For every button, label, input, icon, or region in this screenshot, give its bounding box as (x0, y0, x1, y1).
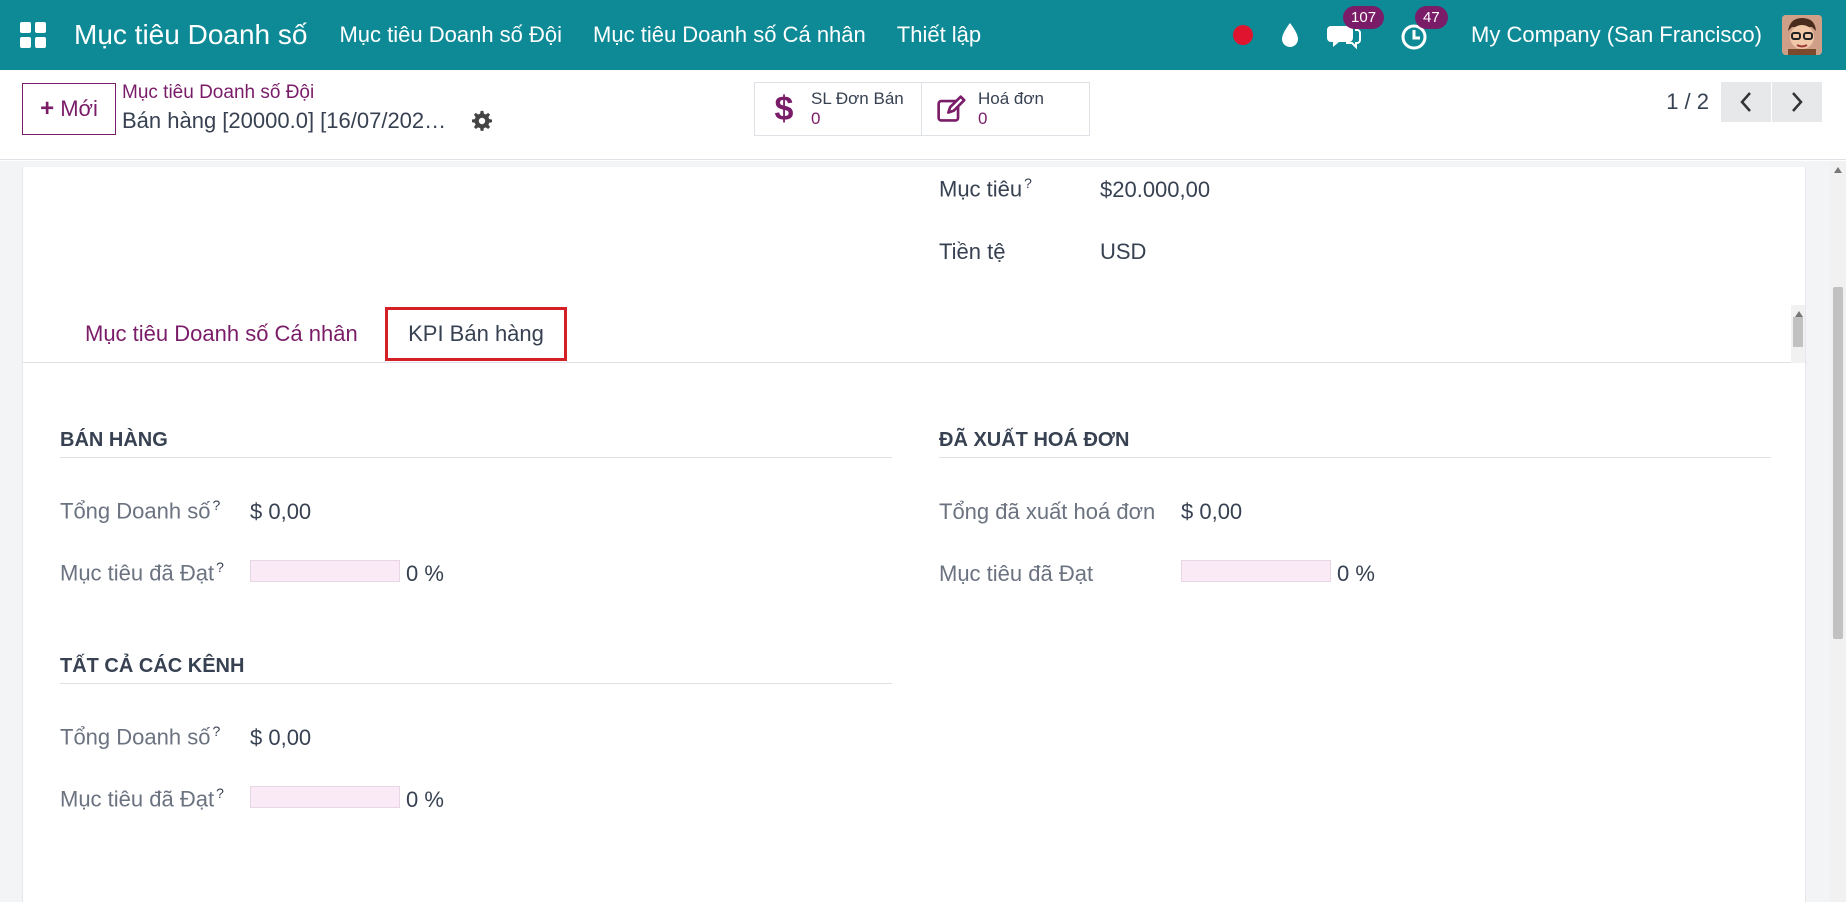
all-channels-total-label: Tổng Doanh số? (60, 723, 221, 750)
form-content: Mục tiêu? $20.000,00 Tiền tệ USD Mục tiê… (0, 161, 1846, 902)
target-label: Mục tiêu? (939, 175, 1032, 202)
pager-previous-button[interactable] (1721, 82, 1771, 122)
pager: 1 / 2 (1666, 82, 1846, 122)
plus-icon: + (40, 95, 55, 122)
help-tooltip-icon[interactable]: ? (212, 723, 220, 739)
breadcrumb-link[interactable]: Mục tiêu Doanh số Đội (122, 82, 314, 104)
smart-button-label: SL Đơn Bán (811, 89, 904, 108)
invoiced-progress-value: 0 % (1337, 561, 1375, 586)
invoiced-achieved-label: Mục tiêu đã Đạt (939, 561, 1094, 586)
tab-sales-kpi[interactable]: KPI Bán hàng (385, 307, 567, 361)
sales-total-value: $ 0,00 (250, 499, 312, 524)
currency-value[interactable]: USD (1100, 239, 1146, 265)
section-sales-title: BÁN HÀNG (60, 429, 168, 451)
activities-count-badge: 47 (1415, 6, 1448, 29)
tab-personal-targets[interactable]: Mục tiêu Doanh số Cá nhân (85, 305, 358, 363)
messages-count-badge: 107 (1343, 6, 1385, 29)
water-drop-icon[interactable] (1279, 21, 1301, 49)
notebook-tabs: Mục tiêu Doanh số Cá nhân KPI Bán hàng (23, 305, 1807, 363)
new-button[interactable]: + Mới (22, 83, 116, 135)
form-sheet: Mục tiêu? $20.000,00 Tiền tệ USD Mục tiê… (22, 167, 1807, 902)
company-switcher[interactable]: My Company (San Francisco) (1471, 22, 1762, 48)
smart-button-label: Hoá đơn (978, 89, 1044, 108)
invoices-smart-button[interactable]: Hoá đơn 0 (922, 82, 1090, 136)
page-scrollbar[interactable] (1830, 161, 1846, 902)
pager-next-button[interactable] (1772, 82, 1822, 122)
messages-button[interactable]: 107 (1327, 6, 1385, 52)
sales-orders-smart-button[interactable]: $ SL Đơn Bán 0 (754, 82, 922, 136)
section-all-channels-title: TẤT CẢ CÁC KÊNH (60, 655, 245, 677)
help-tooltip-icon[interactable]: ? (216, 559, 224, 575)
all-channels-progress-value: 0 % (406, 787, 444, 812)
pager-value[interactable]: 1 / 2 (1666, 89, 1709, 115)
invoiced-total-value: $ 0,00 (1181, 499, 1243, 524)
edit-icon (937, 95, 966, 122)
sales-progress-bar (250, 560, 400, 582)
help-tooltip-icon[interactable]: ? (1024, 175, 1032, 191)
sales-progress-value: 0 % (406, 561, 444, 586)
section-divider (60, 683, 892, 684)
help-tooltip-icon[interactable]: ? (212, 497, 220, 513)
chevron-right-icon (1792, 92, 1803, 112)
smart-buttons: $ SL Đơn Bán 0 Hoá đơn 0 (754, 82, 1090, 136)
top-navbar: Mục tiêu Doanh số Mục tiêu Doanh số Đội … (0, 0, 1846, 70)
section-invoiced-title: ĐÃ XUẤT HOÁ ĐƠN (939, 429, 1130, 451)
menu-configuration[interactable]: Thiết lập (897, 22, 981, 48)
new-button-label: Mới (60, 96, 98, 121)
apps-grid-icon[interactable] (20, 22, 46, 48)
user-avatar[interactable] (1782, 15, 1822, 55)
chevron-left-icon (1740, 92, 1751, 112)
main-menu: Mục tiêu Doanh số Đội Mục tiêu Doanh số … (339, 22, 1012, 48)
menu-team-targets[interactable]: Mục tiêu Doanh số Đội (339, 22, 562, 48)
gear-icon[interactable] (471, 110, 493, 132)
record-title: Bán hàng [20000.0] [16/07/202… (122, 108, 447, 133)
invoiced-progress-bar (1181, 560, 1331, 582)
record-dot-icon[interactable] (1233, 25, 1254, 45)
control-panel: + Mới Mục tiêu Doanh số Đội Bán hàng [20… (0, 70, 1846, 160)
target-value[interactable]: $20.000,00 (1100, 177, 1210, 203)
avatar-face-icon (1782, 15, 1822, 55)
invoiced-total-label: Tổng đã xuất hoá đơn (939, 499, 1156, 524)
sales-total-label: Tổng Doanh số? (60, 497, 221, 524)
all-channels-progress-bar (250, 786, 400, 808)
systray: 107 47 My Company (San Francisco) (1233, 0, 1846, 70)
dollar-icon: $ (774, 90, 794, 128)
tab-scrollbar[interactable] (1791, 305, 1805, 363)
all-channels-total-value: $ 0,00 (250, 725, 312, 750)
smart-button-value: 0 (978, 109, 988, 128)
sales-achieved-label: Mục tiêu đã Đạt? (60, 559, 224, 586)
section-divider (60, 457, 892, 458)
activities-button[interactable]: 47 (1399, 6, 1448, 52)
all-channels-achieved-label: Mục tiêu đã Đạt? (60, 785, 224, 812)
currency-label: Tiền tệ (939, 239, 1006, 264)
menu-personal-targets[interactable]: Mục tiêu Doanh số Cá nhân (593, 22, 866, 48)
section-divider (939, 457, 1771, 458)
help-tooltip-icon[interactable]: ? (216, 785, 224, 801)
smart-button-value: 0 (811, 109, 821, 128)
app-brand[interactable]: Mục tiêu Doanh số (74, 19, 307, 51)
